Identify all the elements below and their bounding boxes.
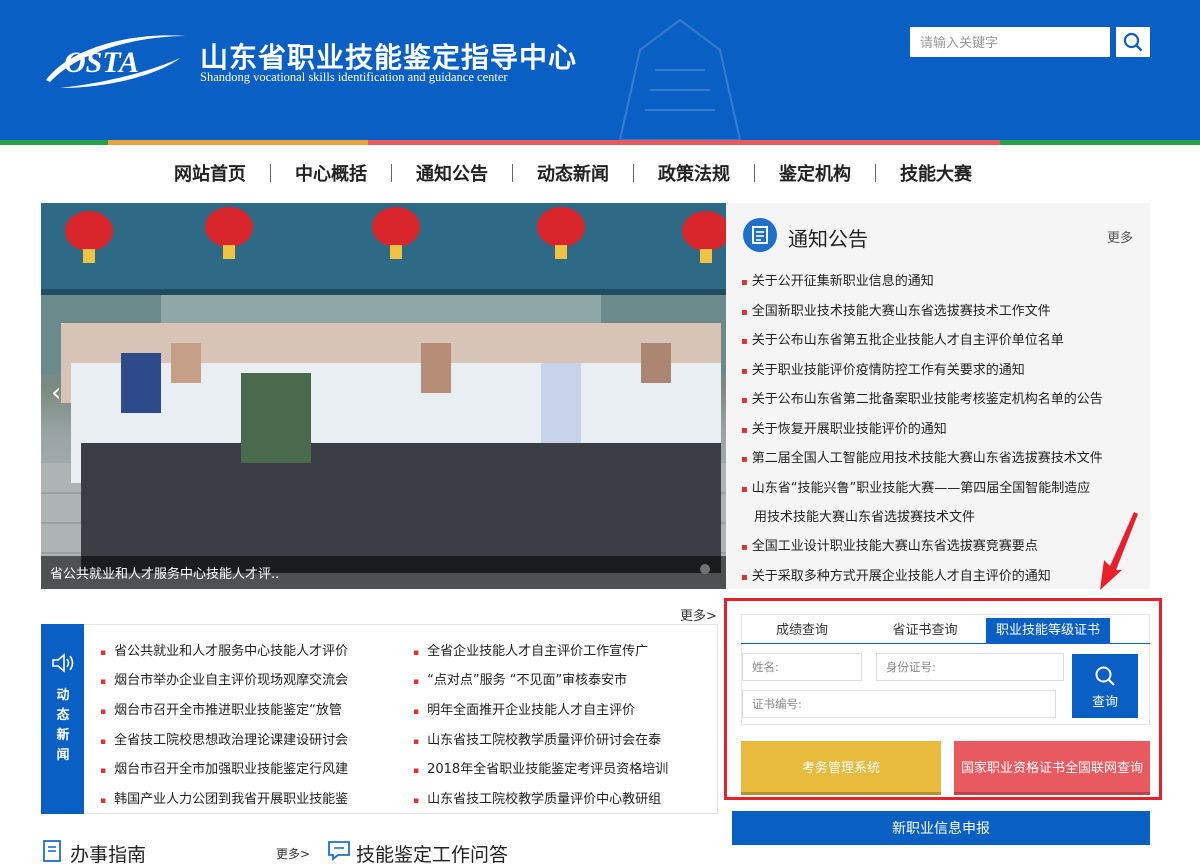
news-more-link[interactable]: 更多> [680,605,717,624]
search-button[interactable] [1116,27,1150,57]
osta-logo-icon: OSTA [46,35,186,88]
nav-notices[interactable]: 通知公告 [392,160,512,186]
news-side-label: 动 态 新 闻 [56,688,70,763]
site-header: OSTA 山东省职业技能鉴定指导中心 Shandong vocational s… [0,0,1200,140]
news-item[interactable]: ▪ 烟台市举办企业自主评价现场观摩交流会 [100,669,348,688]
notice-icon [743,218,777,252]
notice-item[interactable]: ▪ 关于职业技能评价疫情防控工作有关要求的通知 [741,356,1141,387]
search-icon [1123,32,1143,52]
notice-item[interactable]: ▪ 关于恢复开展职业技能评价的通知 [741,415,1141,446]
news-item[interactable]: ▪ 山东省技工院校教学质量评价研讨会在泰 [413,729,661,748]
news-item[interactable]: ▪ “点对点”服务 “不见面”审核泰安市 [413,669,627,688]
site-subtitle: Shandong vocational skills identificatio… [200,70,508,84]
highlight-frame [724,598,1162,800]
news-item[interactable]: ▪ 全省企业技能人才自主评价工作宣传广 [413,640,648,659]
speaker-icon [52,653,74,673]
nav-about[interactable]: 中心概括 [271,160,391,186]
main-nav: 网站首页 中心概括 通知公告 动态新闻 政策法规 鉴定机构 技能大赛 [150,158,996,188]
notice-item[interactable]: ▪ 山东省“技能兴鲁”职业技能大赛——第四届全国智能制造应 [741,474,1141,505]
guide-title: 办事指南 [70,844,147,866]
guide-more-link[interactable]: 更多> [276,845,310,862]
nav-policy[interactable]: 政策法规 [634,160,754,186]
new-occupation-report-button[interactable]: 新职业信息申报 [732,811,1150,845]
notice-item[interactable]: ▪ 关于采取多种方式开展企业技能人才自主评价的通知 [741,562,1141,593]
nav-news[interactable]: 动态新闻 [513,160,633,186]
news-item[interactable]: ▪ 2018年全省职业技能鉴定考评员资格培训 [413,758,668,777]
news-item[interactable]: ▪ 烟台市召开全市推进职业技能鉴定“放管 [100,699,342,718]
page: OSTA 山东省职业技能鉴定指导中心 Shandong vocational s… [0,0,1200,866]
news-item[interactable]: ▪ 韩国产业人力公团到我省开展职业技能鉴 [100,788,348,807]
news-item[interactable]: ▪ 省公共就业和人才服务中心技能人才评价 [100,640,348,659]
logo-text: OSTA [64,46,139,79]
decorative-monument-icon [618,18,742,140]
notice-item[interactable]: ▪ 全国工业设计职业技能大赛山东省选拔赛竞赛要点 [741,532,1141,563]
search-input[interactable] [910,27,1110,57]
notice-title: 通知公告 [788,227,868,251]
notice-more-link[interactable]: 更多 [1107,227,1133,246]
nav-home[interactable]: 网站首页 [150,160,270,186]
news-item[interactable]: ▪ 烟台市召开全市加强职业技能鉴定行风建 [100,758,348,777]
notice-item[interactable]: ▪ 全国新职业技术技能大赛山东省选拔赛技术工作文件 [741,297,1141,328]
guide-icon [43,840,61,862]
notice-item[interactable]: ▪ 第二届全国人工智能应用技术技能大赛山东省选拔赛技术文件 [741,444,1141,475]
header-color-bar [0,140,1200,145]
news-item[interactable]: ▪ 明年全面推开企业技能人才自主评价 [413,699,635,718]
banner-carousel[interactable]: ‹ [41,203,726,589]
nav-competition[interactable]: 技能大赛 [876,160,996,186]
qa-chat-icon [328,841,350,861]
notice-item[interactable]: ▪ 关于公布山东省第五批企业技能人才自主评价单位名单 [741,326,1141,357]
news-item[interactable]: ▪ 全省技工院校思想政治理论课建设研讨会 [100,729,348,748]
news-item[interactable]: ▪ 山东省技工院校教学质量评价中心教研组 [413,788,661,807]
notice-item[interactable]: ▪ 关于公布山东省第二批备案职业技能考核鉴定机构名单的公告 [741,385,1141,416]
banner-prev-arrow[interactable] [50,376,66,406]
annotation-arrow-icon [1100,512,1138,590]
notice-item[interactable]: ▪ 关于公开征集新职业信息的通知 [741,267,1141,298]
qa-title: 技能鉴定工作问答 [356,844,509,866]
news-side-tab: 动 态 新 闻 [41,624,84,814]
banner-caption-text[interactable]: 省公共就业和人才服务中心技能人才评.. [50,563,279,582]
nav-institutions[interactable]: 鉴定机构 [755,160,875,186]
banner-photo: ‹ [41,203,726,589]
